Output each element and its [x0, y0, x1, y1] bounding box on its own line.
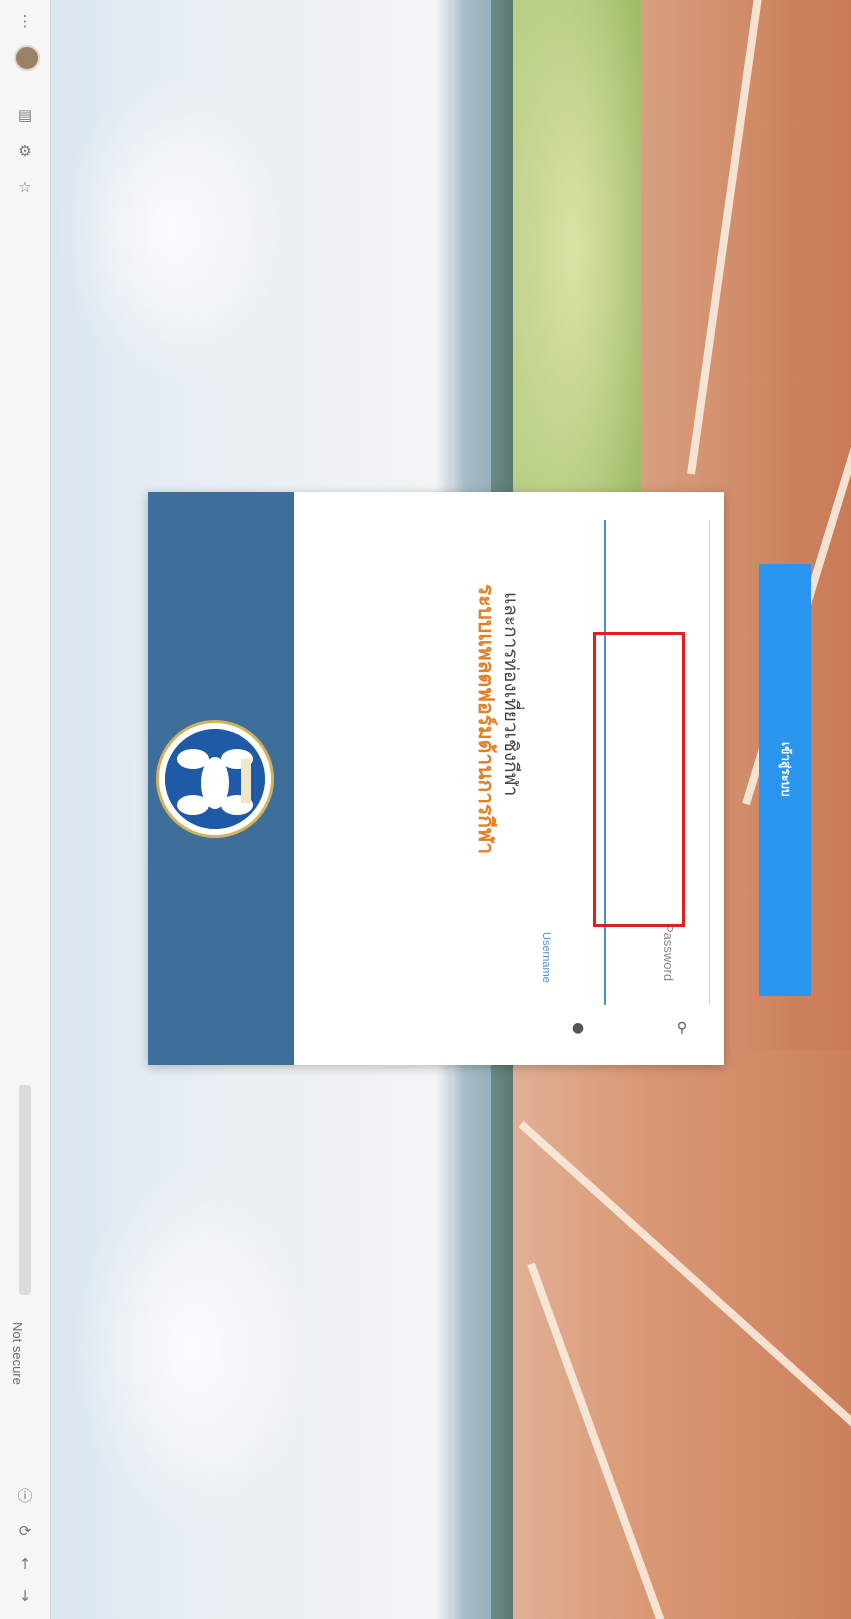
running-track-lower — [513, 1050, 851, 1619]
info-icon[interactable]: ⓘ — [14, 1484, 36, 1506]
login-card: ระบบแพลตฟอร์มด้านการกีฬา และการท่องเที่ย… — [148, 492, 811, 1065]
profile-avatar[interactable] — [14, 45, 40, 71]
sidebar-icon[interactable]: ▤ — [14, 104, 36, 126]
menu-dots-icon[interactable]: ⋮ — [14, 10, 36, 32]
reload-icon[interactable]: ⟳ — [14, 1520, 36, 1542]
login-button[interactable]: เข้าสู่ระบบ — [759, 564, 811, 996]
browser-toolbar: ↓ ↑ ⟳ ⓘ Not secure ☆ ⚙ ▤ ⋮ — [0, 0, 51, 1619]
password-field[interactable]: Password — [661, 924, 676, 981]
security-label[interactable]: Not secure — [10, 1322, 25, 1385]
star-icon[interactable]: ☆ — [14, 176, 36, 198]
extensions-icon[interactable]: ⚙ — [14, 140, 36, 162]
key-icon: ⚲ — [676, 1020, 688, 1036]
username-field[interactable] — [604, 520, 606, 1005]
back-arrow-icon[interactable]: ↓ — [14, 1585, 36, 1607]
card-body: ระบบแพลตฟอร์มด้านการกีฬา และการท่องเที่ย… — [294, 492, 811, 1065]
system-subtitle: และการท่องเที่ยวเชิงกีฬา — [500, 592, 522, 797]
username-label: Username — [540, 932, 552, 983]
forward-arrow-icon[interactable]: ↑ — [14, 1553, 36, 1575]
org-logo — [156, 720, 274, 838]
card-header — [148, 492, 294, 1065]
password-underline — [709, 520, 710, 1005]
address-bar[interactable] — [19, 1085, 31, 1295]
user-icon: ● — [571, 1020, 585, 1036]
login-button-label: เข้าสู่ระบบ — [779, 742, 793, 797]
